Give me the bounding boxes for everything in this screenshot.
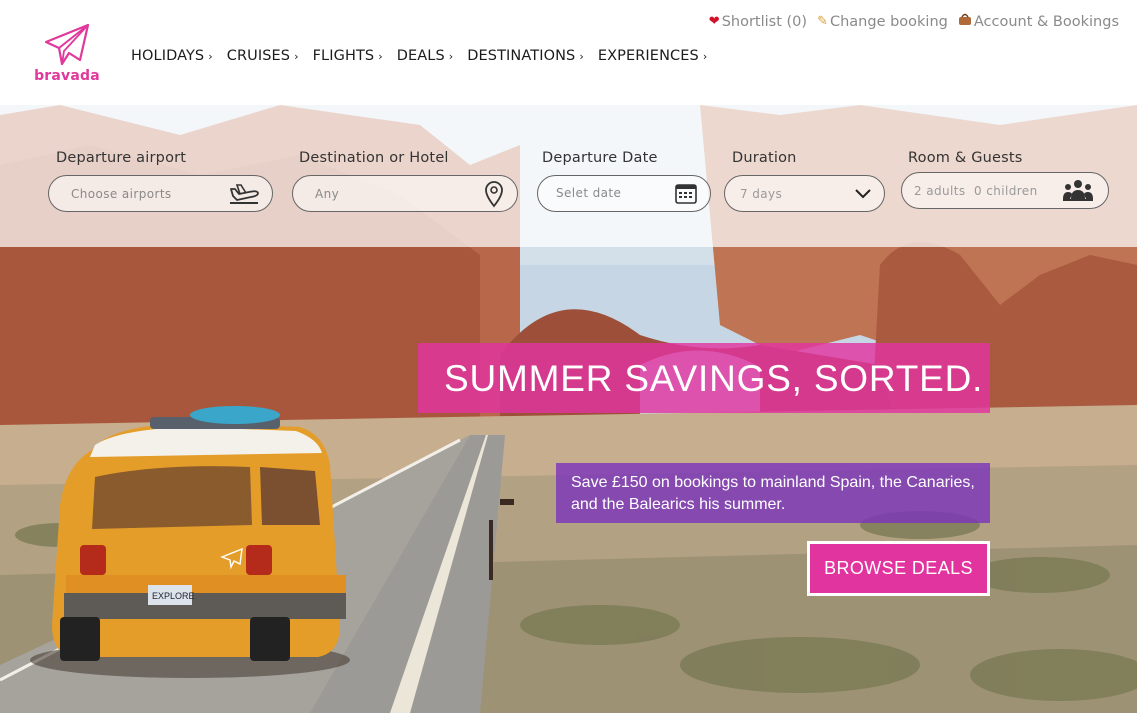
brand-name: bravada	[34, 68, 100, 84]
departure-date-label: Departure Date	[542, 150, 658, 166]
room-guests-field[interactable]: 2 adults 0 children	[901, 172, 1109, 209]
chevron-right-icon: ›	[378, 50, 383, 63]
nav-destinations[interactable]: DESTINATIONS ›	[467, 48, 584, 64]
departure-date-field[interactable]: Selet date	[537, 175, 711, 212]
chevron-right-icon: ›	[294, 50, 299, 63]
license-plate-text: EXPLORE	[152, 591, 195, 601]
browse-deals-label: BROWSE DEALS	[810, 544, 987, 593]
paper-plane-logo-icon	[44, 23, 90, 66]
browse-deals-button[interactable]: BROWSE DEALS	[807, 541, 990, 596]
promo-subtext-box: Save £150 on bookings to mainland Spain,…	[556, 463, 990, 523]
search-bar: Departure airport Choose airports Destin…	[0, 105, 1137, 247]
change-booking-label: Change booking	[829, 13, 948, 30]
account-bookings-label: Account & Bookings	[973, 13, 1119, 30]
account-bookings-link[interactable]: Account & Bookings	[958, 13, 1119, 30]
shortlist-link[interactable]: ❤ Shortlist (0)	[709, 13, 807, 30]
duration-select[interactable]: 7 days	[724, 175, 885, 212]
departure-airport-field[interactable]: Choose airports	[48, 175, 273, 212]
chevron-down-icon	[855, 189, 871, 199]
map-pin-icon	[485, 181, 503, 208]
departure-airport-placeholder: Choose airports	[71, 187, 172, 201]
heart-icon: ❤	[708, 14, 720, 29]
promo-headline: SUMMER SAVINGS, SORTED.	[444, 358, 984, 399]
brand-logo[interactable]: bravada	[34, 22, 100, 86]
chevron-right-icon: ›	[448, 50, 454, 63]
nav-flights-label: FLIGHTS	[312, 48, 375, 64]
change-booking-link[interactable]: ✎ Change booking	[817, 13, 948, 30]
adults-value: 2 adults	[914, 184, 966, 198]
chevron-right-icon: ›	[702, 50, 708, 63]
chevron-right-icon: ›	[208, 50, 213, 63]
account-links: ❤ Shortlist (0) ✎ Change booking Account…	[709, 13, 1119, 30]
children-value: 0 children	[974, 184, 1038, 198]
nav-deals[interactable]: DEALS ›	[397, 48, 454, 64]
destination-field[interactable]: Any	[292, 175, 518, 212]
departure-date-placeholder: Selet date	[556, 186, 622, 200]
bag-icon	[958, 13, 972, 30]
calendar-icon	[675, 184, 697, 204]
nav-experiences-label: EXPERIENCES	[597, 48, 699, 64]
nav-holidays-label: HOLIDAYS	[131, 48, 205, 64]
shortlist-label: Shortlist (0)	[721, 13, 808, 30]
nav-cruises-label: CRUISES	[226, 48, 291, 64]
group-icon	[1063, 180, 1093, 201]
nav-cruises[interactable]: CRUISES ›	[227, 48, 299, 64]
plane-takeoff-icon	[230, 184, 259, 204]
destination-placeholder: Any	[315, 187, 340, 201]
promo-headline-box: SUMMER SAVINGS, SORTED.	[418, 343, 990, 413]
pencil-icon: ✎	[817, 14, 828, 29]
promo-subtext: Save £150 on bookings to mainland Spain,…	[571, 474, 975, 513]
main-nav: HOLIDAYS › CRUISES › FLIGHTS › DEALS › DESTI…	[131, 48, 721, 64]
chevron-right-icon: ›	[579, 50, 584, 63]
site-header: bravada ❤ Shortlist (0) ✎ Change booking…	[0, 0, 1137, 105]
room-guests-label: Room & Guests	[908, 150, 1023, 166]
nav-experiences[interactable]: EXPERIENCES ›	[598, 48, 707, 64]
destination-label: Destination or Hotel	[299, 150, 449, 166]
nav-deals-label: DEALS	[396, 48, 445, 64]
duration-value: 7 days	[740, 187, 783, 201]
nav-holidays[interactable]: HOLIDAYS ›	[131, 48, 213, 64]
nav-destinations-label: DESTINATIONS	[467, 48, 576, 64]
departure-airport-label: Departure airport	[56, 150, 187, 166]
duration-label: Duration	[732, 150, 797, 166]
nav-flights[interactable]: FLIGHTS ›	[313, 48, 383, 64]
